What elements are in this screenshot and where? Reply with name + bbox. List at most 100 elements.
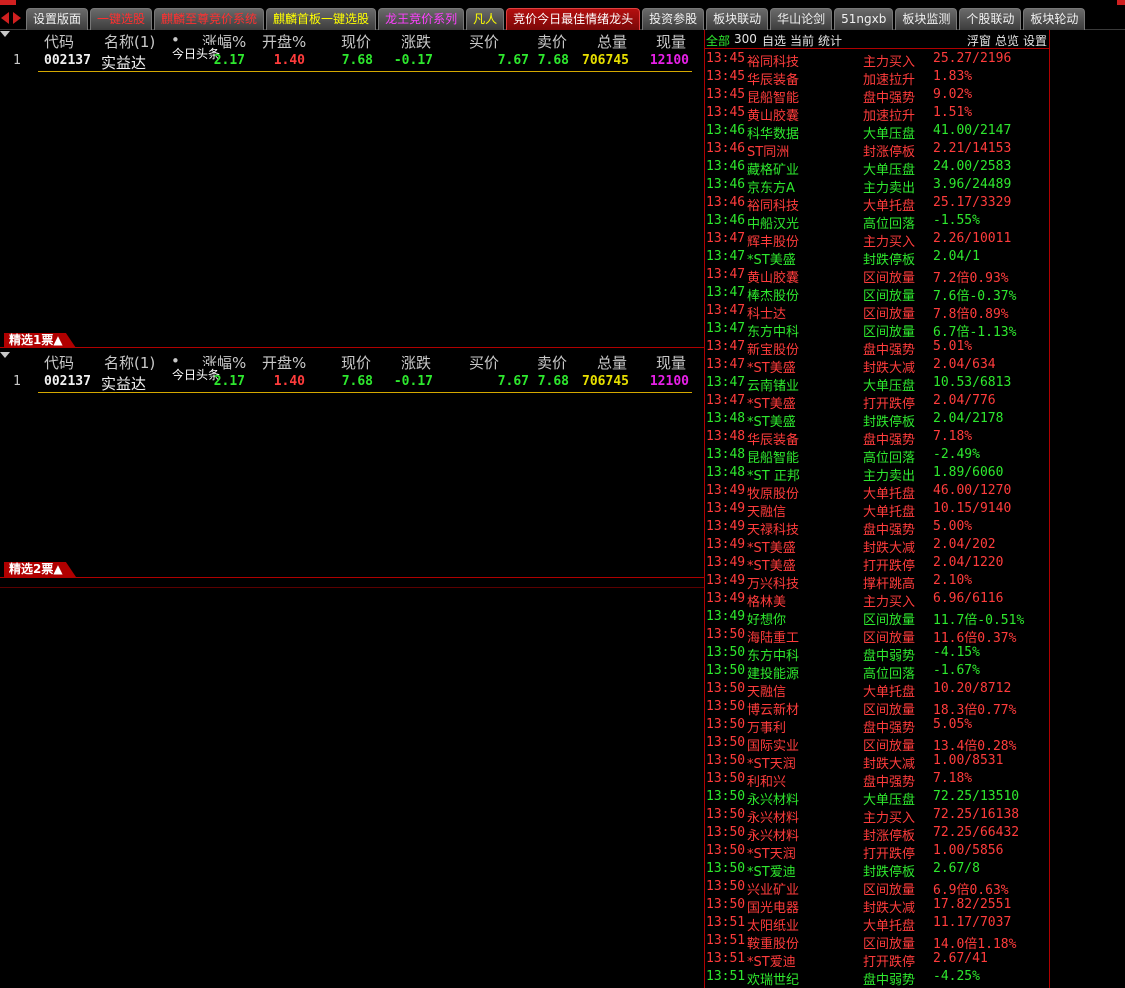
filter-300[interactable]: 300 <box>734 32 757 46</box>
alert-row[interactable]: 13:50 建投能源 高位回落 -1.67% <box>705 662 1049 682</box>
alert-row[interactable]: 13:48 *ST美盛 封跌停板 2.04/2178 <box>705 410 1049 430</box>
alert-row[interactable]: 13:46 ST同洲 封涨停板 2.21/14153 <box>705 140 1049 160</box>
col-open-pct[interactable]: 开盘% <box>262 352 306 373</box>
table2-sort-caret-icon[interactable] <box>0 352 10 358</box>
col-ask[interactable]: 卖价 <box>537 31 567 52</box>
overview-button[interactable]: 总览 <box>995 32 1019 49</box>
alert-row[interactable]: 13:46 藏格矿业 大单压盘 24.00/2583 <box>705 158 1049 178</box>
alert-row[interactable]: 13:47 云南锗业 大单压盘 10.53/6813 <box>705 374 1049 394</box>
tab-5[interactable]: 凡人 <box>466 8 505 30</box>
tab-6[interactable]: 竞价今日最佳情绪龙头 <box>506 8 641 30</box>
tab-4[interactable]: 龙王竞价系列 <box>378 8 465 30</box>
alert-row[interactable]: 13:46 京东方A 主力卖出 3.96/24489 <box>705 176 1049 196</box>
alert-row[interactable]: 13:49 *ST美盛 打开跌停 2.04/1220 <box>705 554 1049 574</box>
alert-row[interactable]: 13:46 裕同科技 大单托盘 25.17/3329 <box>705 194 1049 214</box>
table-row[interactable]: 1 002137 实益达 今日头条 2.17 1.40 7.68 -0.17 7… <box>0 366 700 394</box>
alert-row[interactable]: 13:47 *ST美盛 打开跌停 2.04/776 <box>705 392 1049 412</box>
alert-row[interactable]: 13:50 永兴材料 封涨停板 72.25/66432 <box>705 824 1049 844</box>
tab-scroll-right-icon[interactable] <box>13 12 21 24</box>
alert-row[interactable]: 13:50 永兴材料 大单压盘 72.25/13510 <box>705 788 1049 808</box>
alert-row[interactable]: 13:48 昆船智能 高位回落 -2.49% <box>705 446 1049 466</box>
settings-button[interactable]: 设置 <box>1023 32 1047 49</box>
tab-11[interactable]: 板块监测 <box>895 8 958 30</box>
alert-row[interactable]: 13:45 黄山胶囊 加速拉升 1.51% <box>705 104 1049 124</box>
alert-row[interactable]: 13:50 永兴材料 主力买入 72.25/16138 <box>705 806 1049 826</box>
alert-row[interactable]: 13:50 天融信 大单托盘 10.20/8712 <box>705 680 1049 700</box>
tab-1[interactable]: 一键选股 <box>90 8 153 30</box>
tab-13[interactable]: 板块轮动 <box>1023 8 1086 30</box>
alert-row[interactable]: 13:51 太阳纸业 大单托盘 11.17/7037 <box>705 914 1049 934</box>
alert-row[interactable]: 13:51 鞍重股份 区间放量 14.0倍1.18% <box>705 932 1049 952</box>
alert-row[interactable]: 13:46 中船汉光 高位回落 -1.55% <box>705 212 1049 232</box>
alert-row[interactable]: 13:50 万事利 盘中强势 5.05% <box>705 716 1049 736</box>
alert-row[interactable]: 13:47 东方中科 区间放量 6.7倍-1.13% <box>705 320 1049 340</box>
section-2-tab[interactable]: 精选2票▲ <box>4 562 76 577</box>
col-bid[interactable]: 买价 <box>469 352 499 373</box>
alert-row[interactable]: 13:46 科华数据 大单压盘 41.00/2147 <box>705 122 1049 142</box>
alert-row[interactable]: 13:50 东方中科 盘中弱势 -4.15% <box>705 644 1049 664</box>
alert-row[interactable]: 13:50 海陆重工 区间放量 11.6倍0.37% <box>705 626 1049 646</box>
col-ask[interactable]: 卖价 <box>537 352 567 373</box>
filter-stats[interactable]: 统计 <box>818 32 842 49</box>
alert-row[interactable]: 13:49 好想你 区间放量 11.7倍-0.51% <box>705 608 1049 628</box>
alert-row[interactable]: 13:50 *ST天润 打开跌停 1.00/5856 <box>705 842 1049 862</box>
alert-row[interactable]: 13:50 *ST天润 封跌大减 1.00/8531 <box>705 752 1049 772</box>
tab-3[interactable]: 麒麟首板一键选股 <box>266 8 377 30</box>
col-code[interactable]: 代码 <box>44 31 74 52</box>
col-price[interactable]: 现价 <box>341 352 371 373</box>
float-window-button[interactable]: 浮窗 <box>967 32 991 49</box>
filter-current[interactable]: 当前 <box>790 32 814 49</box>
alert-row[interactable]: 13:49 牧原股份 大单托盘 46.00/1270 <box>705 482 1049 502</box>
tab-7[interactable]: 投资参股 <box>642 8 705 30</box>
alert-row[interactable]: 13:47 黄山胶囊 区间放量 7.2倍0.93% <box>705 266 1049 286</box>
alert-row[interactable]: 13:47 *ST美盛 封跌停板 2.04/1 <box>705 248 1049 268</box>
alert-row[interactable]: 13:47 辉丰股份 主力买入 2.26/10011 <box>705 230 1049 250</box>
alert-row[interactable]: 13:50 国际实业 区间放量 13.4倍0.28% <box>705 734 1049 754</box>
alert-row[interactable]: 13:51 欢瑞世纪 盘中弱势 -4.25% <box>705 968 1049 988</box>
tab-9[interactable]: 华山论剑 <box>770 8 833 30</box>
alert-row[interactable]: 13:51 *ST爱迪 打开跌停 2.67/41 <box>705 950 1049 970</box>
col-change[interactable]: 涨跌 <box>401 31 431 52</box>
alert-row[interactable]: 13:49 天禄科技 盘中强势 5.00% <box>705 518 1049 538</box>
filter-watchlist[interactable]: 自选 <box>762 32 786 49</box>
alert-row[interactable]: 13:50 国光电器 封跌大减 17.82/2551 <box>705 896 1049 916</box>
tab-scroll-left-icon[interactable] <box>1 12 9 24</box>
alert-row[interactable]: 13:49 万兴科技 撑杆跳高 2.10% <box>705 572 1049 592</box>
col-volume[interactable]: 总量 <box>597 352 627 373</box>
alert-row[interactable]: 13:45 裕同科技 主力买入 25.27/2196 <box>705 50 1049 70</box>
alert-row[interactable]: 13:50 *ST爱迪 封跌停板 2.67/8 <box>705 860 1049 880</box>
section-1-tab[interactable]: 精选1票▲ <box>4 333 76 348</box>
tab-10[interactable]: 51ngxb <box>834 8 894 30</box>
alert-row[interactable]: 13:47 科士达 区间放量 7.8倍0.89% <box>705 302 1049 322</box>
tab-0[interactable]: 设置版面 <box>26 8 89 30</box>
alert-row[interactable]: 13:50 博云新材 区间放量 18.3倍0.77% <box>705 698 1049 718</box>
col-change[interactable]: 涨跌 <box>401 352 431 373</box>
alert-row[interactable]: 13:50 兴业矿业 区间放量 6.9倍0.63% <box>705 878 1049 898</box>
alert-row[interactable]: 13:45 昆船智能 盘中强势 9.02% <box>705 86 1049 106</box>
alert-row[interactable]: 13:47 *ST美盛 封跌大减 2.04/634 <box>705 356 1049 376</box>
col-name[interactable]: 名称(1) <box>104 352 155 373</box>
col-cur-vol[interactable]: 现量 <box>656 352 686 373</box>
col-name[interactable]: 名称(1) <box>104 31 155 52</box>
col-open-pct[interactable]: 开盘% <box>262 31 306 52</box>
tab-12[interactable]: 个股联动 <box>959 8 1022 30</box>
col-bid[interactable]: 买价 <box>469 31 499 52</box>
filter-all[interactable]: 全部 <box>706 32 730 49</box>
table1-sort-caret-icon[interactable] <box>0 31 10 37</box>
alert-row[interactable]: 13:49 *ST美盛 封跌大减 2.04/202 <box>705 536 1049 556</box>
alert-row[interactable]: 13:48 华辰装备 盘中强势 7.18% <box>705 428 1049 448</box>
alert-row[interactable]: 13:50 利和兴 盘中强势 7.18% <box>705 770 1049 790</box>
alert-row[interactable]: 13:49 天融信 大单托盘 10.15/9140 <box>705 500 1049 520</box>
alert-row[interactable]: 13:47 棒杰股份 区间放量 7.6倍-0.37% <box>705 284 1049 304</box>
table-row[interactable]: 1 002137 实益达 今日头条 2.17 1.40 7.68 -0.17 7… <box>0 45 700 73</box>
alert-row[interactable]: 13:48 *ST 正邦 主力卖出 1.89/6060 <box>705 464 1049 484</box>
tab-8[interactable]: 板块联动 <box>706 8 769 30</box>
col-code[interactable]: 代码 <box>44 352 74 373</box>
alert-row[interactable]: 13:45 华辰装备 加速拉升 1.83% <box>705 68 1049 88</box>
col-volume[interactable]: 总量 <box>597 31 627 52</box>
alert-row[interactable]: 13:49 格林美 主力买入 6.96/6116 <box>705 590 1049 610</box>
tab-2[interactable]: 麒麟至尊竞价系统 <box>154 8 265 30</box>
alert-row[interactable]: 13:47 新宝股份 盘中强势 5.01% <box>705 338 1049 358</box>
col-price[interactable]: 现价 <box>341 31 371 52</box>
col-cur-vol[interactable]: 现量 <box>656 31 686 52</box>
